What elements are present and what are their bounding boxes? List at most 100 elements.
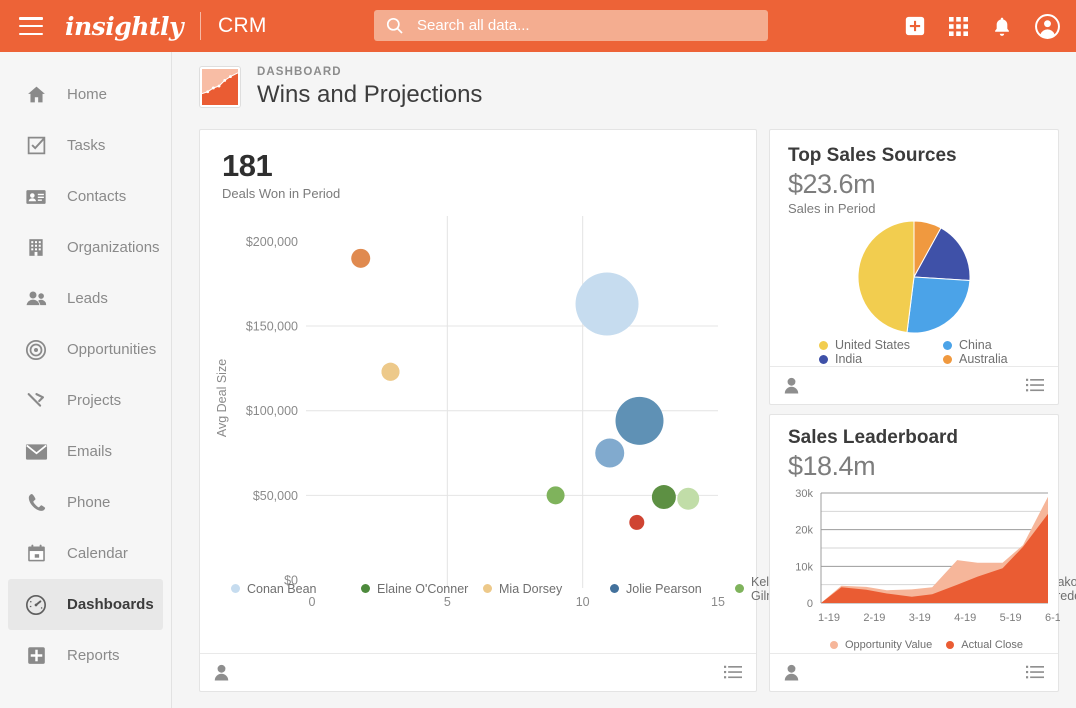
add-icon[interactable] <box>904 15 926 37</box>
svg-text:3-19: 3-19 <box>909 612 931 624</box>
sidebar-item-contacts[interactable]: Contacts <box>8 171 163 222</box>
legend-color-swatch <box>946 641 954 649</box>
legend-color-swatch <box>819 355 828 364</box>
legend-color-swatch <box>819 341 828 350</box>
home-icon <box>23 84 49 105</box>
apps-grid-icon[interactable] <box>948 16 969 37</box>
legend-item[interactable]: Conan Bean <box>231 581 361 596</box>
notifications-bell-icon[interactable] <box>991 15 1013 38</box>
envelope-icon <box>23 442 49 462</box>
line-chart-thumbnail <box>199 66 241 108</box>
svg-text:Deals Won: Deals Won <box>485 619 546 620</box>
page-header: DASHBOARD Wins and Projections <box>173 52 1076 122</box>
brand-divider <box>200 12 201 40</box>
search-icon <box>385 16 404 35</box>
legend-label: Opportunity Value <box>845 639 932 651</box>
phone-icon <box>23 492 49 513</box>
page-title: Wins and Projections <box>257 81 482 109</box>
sidebar-item-home[interactable]: Home <box>8 69 163 120</box>
legend-item[interactable]: Australia <box>943 352 1043 366</box>
breadcrumb: DASHBOARD <box>257 66 482 78</box>
person-icon[interactable] <box>214 664 229 681</box>
target-icon <box>23 339 49 361</box>
sidebar-item-leads[interactable]: Leads <box>8 273 163 324</box>
area-chart-plot: 010k20k30k1-192-193-194-195-196-19 <box>770 483 1060 633</box>
svg-text:$100,000: $100,000 <box>246 404 298 418</box>
topbar-actions <box>904 0 1060 52</box>
legend-item[interactable]: Jolie Pearson <box>610 581 735 596</box>
sales-leaderboard-card: Sales Leaderboard $18.4m 010k20k30k1-192… <box>769 414 1059 692</box>
sidebar-label: Opportunities <box>67 341 156 358</box>
list-icon[interactable] <box>724 665 742 680</box>
sidebar-label: Dashboards <box>67 596 154 613</box>
legend-item[interactable]: Mia Dorsey <box>483 581 610 596</box>
sidebar-item-emails[interactable]: Emails <box>8 426 163 477</box>
sidebar-item-dashboards[interactable]: Dashboards <box>8 579 163 630</box>
card-footer <box>200 653 756 691</box>
legend-label: China <box>959 338 992 352</box>
legend-item[interactable]: United States <box>819 338 943 352</box>
sidebar-label: Home <box>67 86 107 103</box>
svg-text:0: 0 <box>309 595 316 609</box>
svg-text:Avg Deal Size: Avg Deal Size <box>215 359 229 437</box>
area-chart-legend: Opportunity Value Actual Close <box>830 639 1023 651</box>
sidebar-item-tasks[interactable]: Tasks <box>8 120 163 171</box>
sidebar-label: Contacts <box>67 188 126 205</box>
legend-item[interactable]: India <box>819 352 943 366</box>
sidebar-label: Projects <box>67 392 121 409</box>
search-placeholder-text: Search all data... <box>417 17 530 34</box>
card-footer <box>770 366 1058 404</box>
legend-label: United States <box>835 338 910 352</box>
list-icon[interactable] <box>1026 665 1044 680</box>
legend-label: India <box>835 352 862 366</box>
sidebar-item-phone[interactable]: Phone <box>8 477 163 528</box>
hamburger-menu-icon[interactable] <box>19 17 43 35</box>
hammer-icon <box>23 390 49 412</box>
svg-text:0: 0 <box>807 598 813 610</box>
sidebar-item-opportunities[interactable]: Opportunities <box>8 324 163 375</box>
insightly-logo[interactable]: insightly <box>65 12 183 41</box>
svg-text:5: 5 <box>444 595 451 609</box>
sidebar-item-calendar[interactable]: Calendar <box>8 528 163 579</box>
svg-text:$150,000: $150,000 <box>246 320 298 334</box>
legend-item[interactable]: Opportunity Value <box>830 639 932 651</box>
area-card-title: Sales Leaderboard <box>788 427 958 449</box>
legend-item[interactable]: Elaine O'Conner <box>361 581 483 596</box>
sidebar-item-reports[interactable]: Reports <box>8 630 163 681</box>
legend-item[interactable]: Actual Close <box>946 639 1023 651</box>
sidebar-label: Leads <box>67 290 108 307</box>
checkbox-icon <box>23 135 49 156</box>
legend-color-swatch <box>943 355 952 364</box>
svg-text:4-19: 4-19 <box>954 612 976 624</box>
sidebar-label: Reports <box>67 647 120 664</box>
card-footer <box>770 653 1058 691</box>
sidebar-item-organizations[interactable]: Organizations <box>8 222 163 273</box>
list-icon[interactable] <box>1026 378 1044 393</box>
person-icon[interactable] <box>784 377 799 394</box>
sidebar-label: Emails <box>67 443 112 460</box>
building-icon <box>23 237 49 258</box>
legend-label: Actual Close <box>961 639 1023 651</box>
legend-label: Mia Dorsey <box>499 582 562 596</box>
sidebar-label: Tasks <box>67 137 105 154</box>
svg-text:6-19: 6-19 <box>1045 612 1060 624</box>
account-avatar-icon[interactable] <box>1035 14 1060 39</box>
people-icon <box>23 288 49 309</box>
top-sales-sources-card: Top Sales Sources $23.6m Sales in Period… <box>769 129 1059 405</box>
area-card-metric: $18.4m <box>788 451 958 482</box>
sidebar-label: Calendar <box>67 545 128 562</box>
sidebar-navigation: Home Tasks Contacts Organizations Leads <box>0 52 172 708</box>
product-name-label: CRM <box>218 14 267 38</box>
person-icon[interactable] <box>784 664 799 681</box>
sidebar-item-projects[interactable]: Projects <box>8 375 163 426</box>
deals-won-metric-label: Deals Won in Period <box>222 186 340 201</box>
pie-chart-plot <box>770 210 1060 350</box>
legend-item[interactable]: China <box>943 338 1043 352</box>
legend-color-swatch <box>735 584 744 593</box>
svg-text:1-19: 1-19 <box>818 612 840 624</box>
legend-color-swatch <box>361 584 370 593</box>
svg-text:30k: 30k <box>795 488 813 500</box>
legend-color-swatch <box>610 584 619 593</box>
report-icon <box>23 645 49 666</box>
search-input[interactable]: Search all data... <box>374 10 768 41</box>
